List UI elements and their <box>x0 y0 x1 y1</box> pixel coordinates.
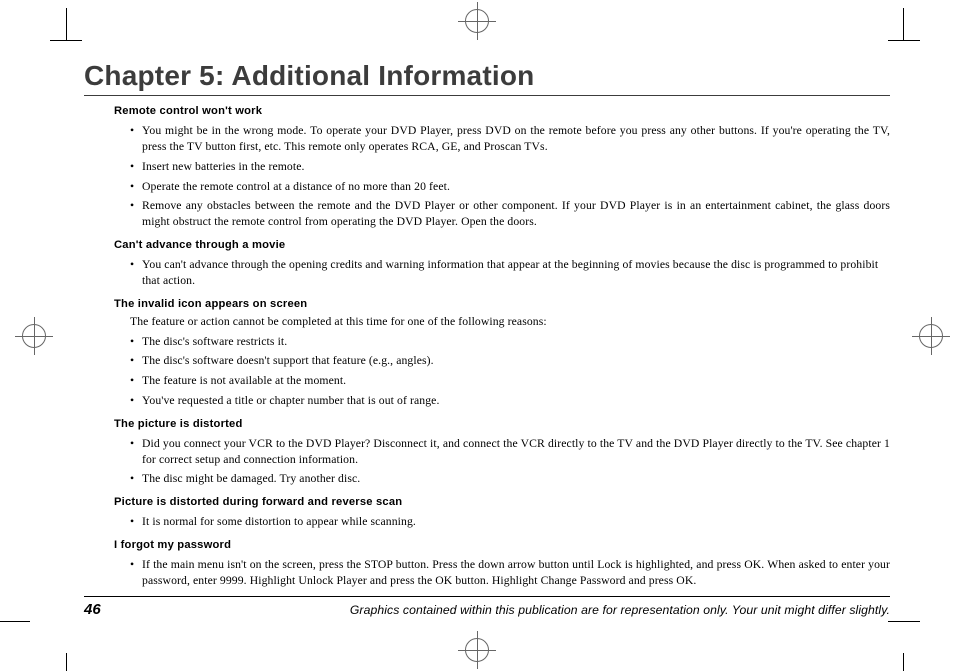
list-item: Remove any obstacles between the remote … <box>130 198 890 230</box>
section-heading: The invalid icon appears on screen <box>114 297 890 312</box>
section-lead: The feature or action cannot be complete… <box>130 314 890 330</box>
page-footer: 46 Graphics contained within this public… <box>84 596 890 618</box>
section-heading: Can't advance through a movie <box>114 238 890 253</box>
list-item: The feature is not available at the mome… <box>130 373 890 389</box>
bullet-list: You can't advance through the opening cr… <box>84 257 890 289</box>
page-content: Chapter 5: Additional Information Remote… <box>84 60 890 593</box>
troubleshoot-section: The invalid icon appears on screen The f… <box>84 297 890 409</box>
list-item: The disc's software restricts it. <box>130 334 890 350</box>
list-item: The disc might be damaged. Try another d… <box>130 471 890 487</box>
section-heading: The picture is distorted <box>114 417 890 432</box>
list-item: You might be in the wrong mode. To opera… <box>130 123 890 155</box>
list-item: The disc's software doesn't support that… <box>130 353 890 369</box>
section-heading: Picture is distorted during forward and … <box>114 495 890 510</box>
crop-mark <box>888 621 920 622</box>
page-number: 46 <box>84 601 101 618</box>
list-item: Did you connect your VCR to the DVD Play… <box>130 436 890 468</box>
crop-mark <box>50 40 82 41</box>
chapter-title: Chapter 5: Additional Information <box>84 60 890 96</box>
bullet-list: It is normal for some distortion to appe… <box>84 514 890 530</box>
list-item: It is normal for some distortion to appe… <box>130 514 890 530</box>
crop-mark <box>888 40 920 41</box>
crop-mark <box>903 653 904 671</box>
list-item: You can't advance through the opening cr… <box>130 257 890 289</box>
section-heading: I forgot my password <box>114 538 890 553</box>
section-heading: Remote control won't work <box>114 104 890 119</box>
footer-caption: Graphics contained within this publicati… <box>350 603 890 617</box>
troubleshoot-section: Remote control won't work You might be i… <box>84 104 890 230</box>
registration-mark-icon <box>919 324 943 348</box>
crop-mark <box>66 653 67 671</box>
bullet-list: You might be in the wrong mode. To opera… <box>84 123 890 230</box>
crop-mark <box>903 8 904 40</box>
bullet-list: The disc's software restricts it. The di… <box>84 334 890 409</box>
troubleshoot-section: Can't advance through a movie You can't … <box>84 238 890 289</box>
list-item: If the main menu isn't on the screen, pr… <box>130 557 890 589</box>
list-item: Insert new batteries in the remote. <box>130 159 890 175</box>
registration-mark-icon <box>465 9 489 33</box>
registration-mark-icon <box>22 324 46 348</box>
list-item: Operate the remote control at a distance… <box>130 179 890 195</box>
crop-mark <box>66 8 67 40</box>
list-item: You've requested a title or chapter numb… <box>130 393 890 409</box>
troubleshoot-section: I forgot my password If the main menu is… <box>84 538 890 589</box>
troubleshoot-section: The picture is distorted Did you connect… <box>84 417 890 488</box>
troubleshoot-section: Picture is distorted during forward and … <box>84 495 890 530</box>
registration-mark-icon <box>465 638 489 662</box>
bullet-list: If the main menu isn't on the screen, pr… <box>84 557 890 589</box>
crop-mark <box>0 621 30 622</box>
bullet-list: Did you connect your VCR to the DVD Play… <box>84 436 890 487</box>
